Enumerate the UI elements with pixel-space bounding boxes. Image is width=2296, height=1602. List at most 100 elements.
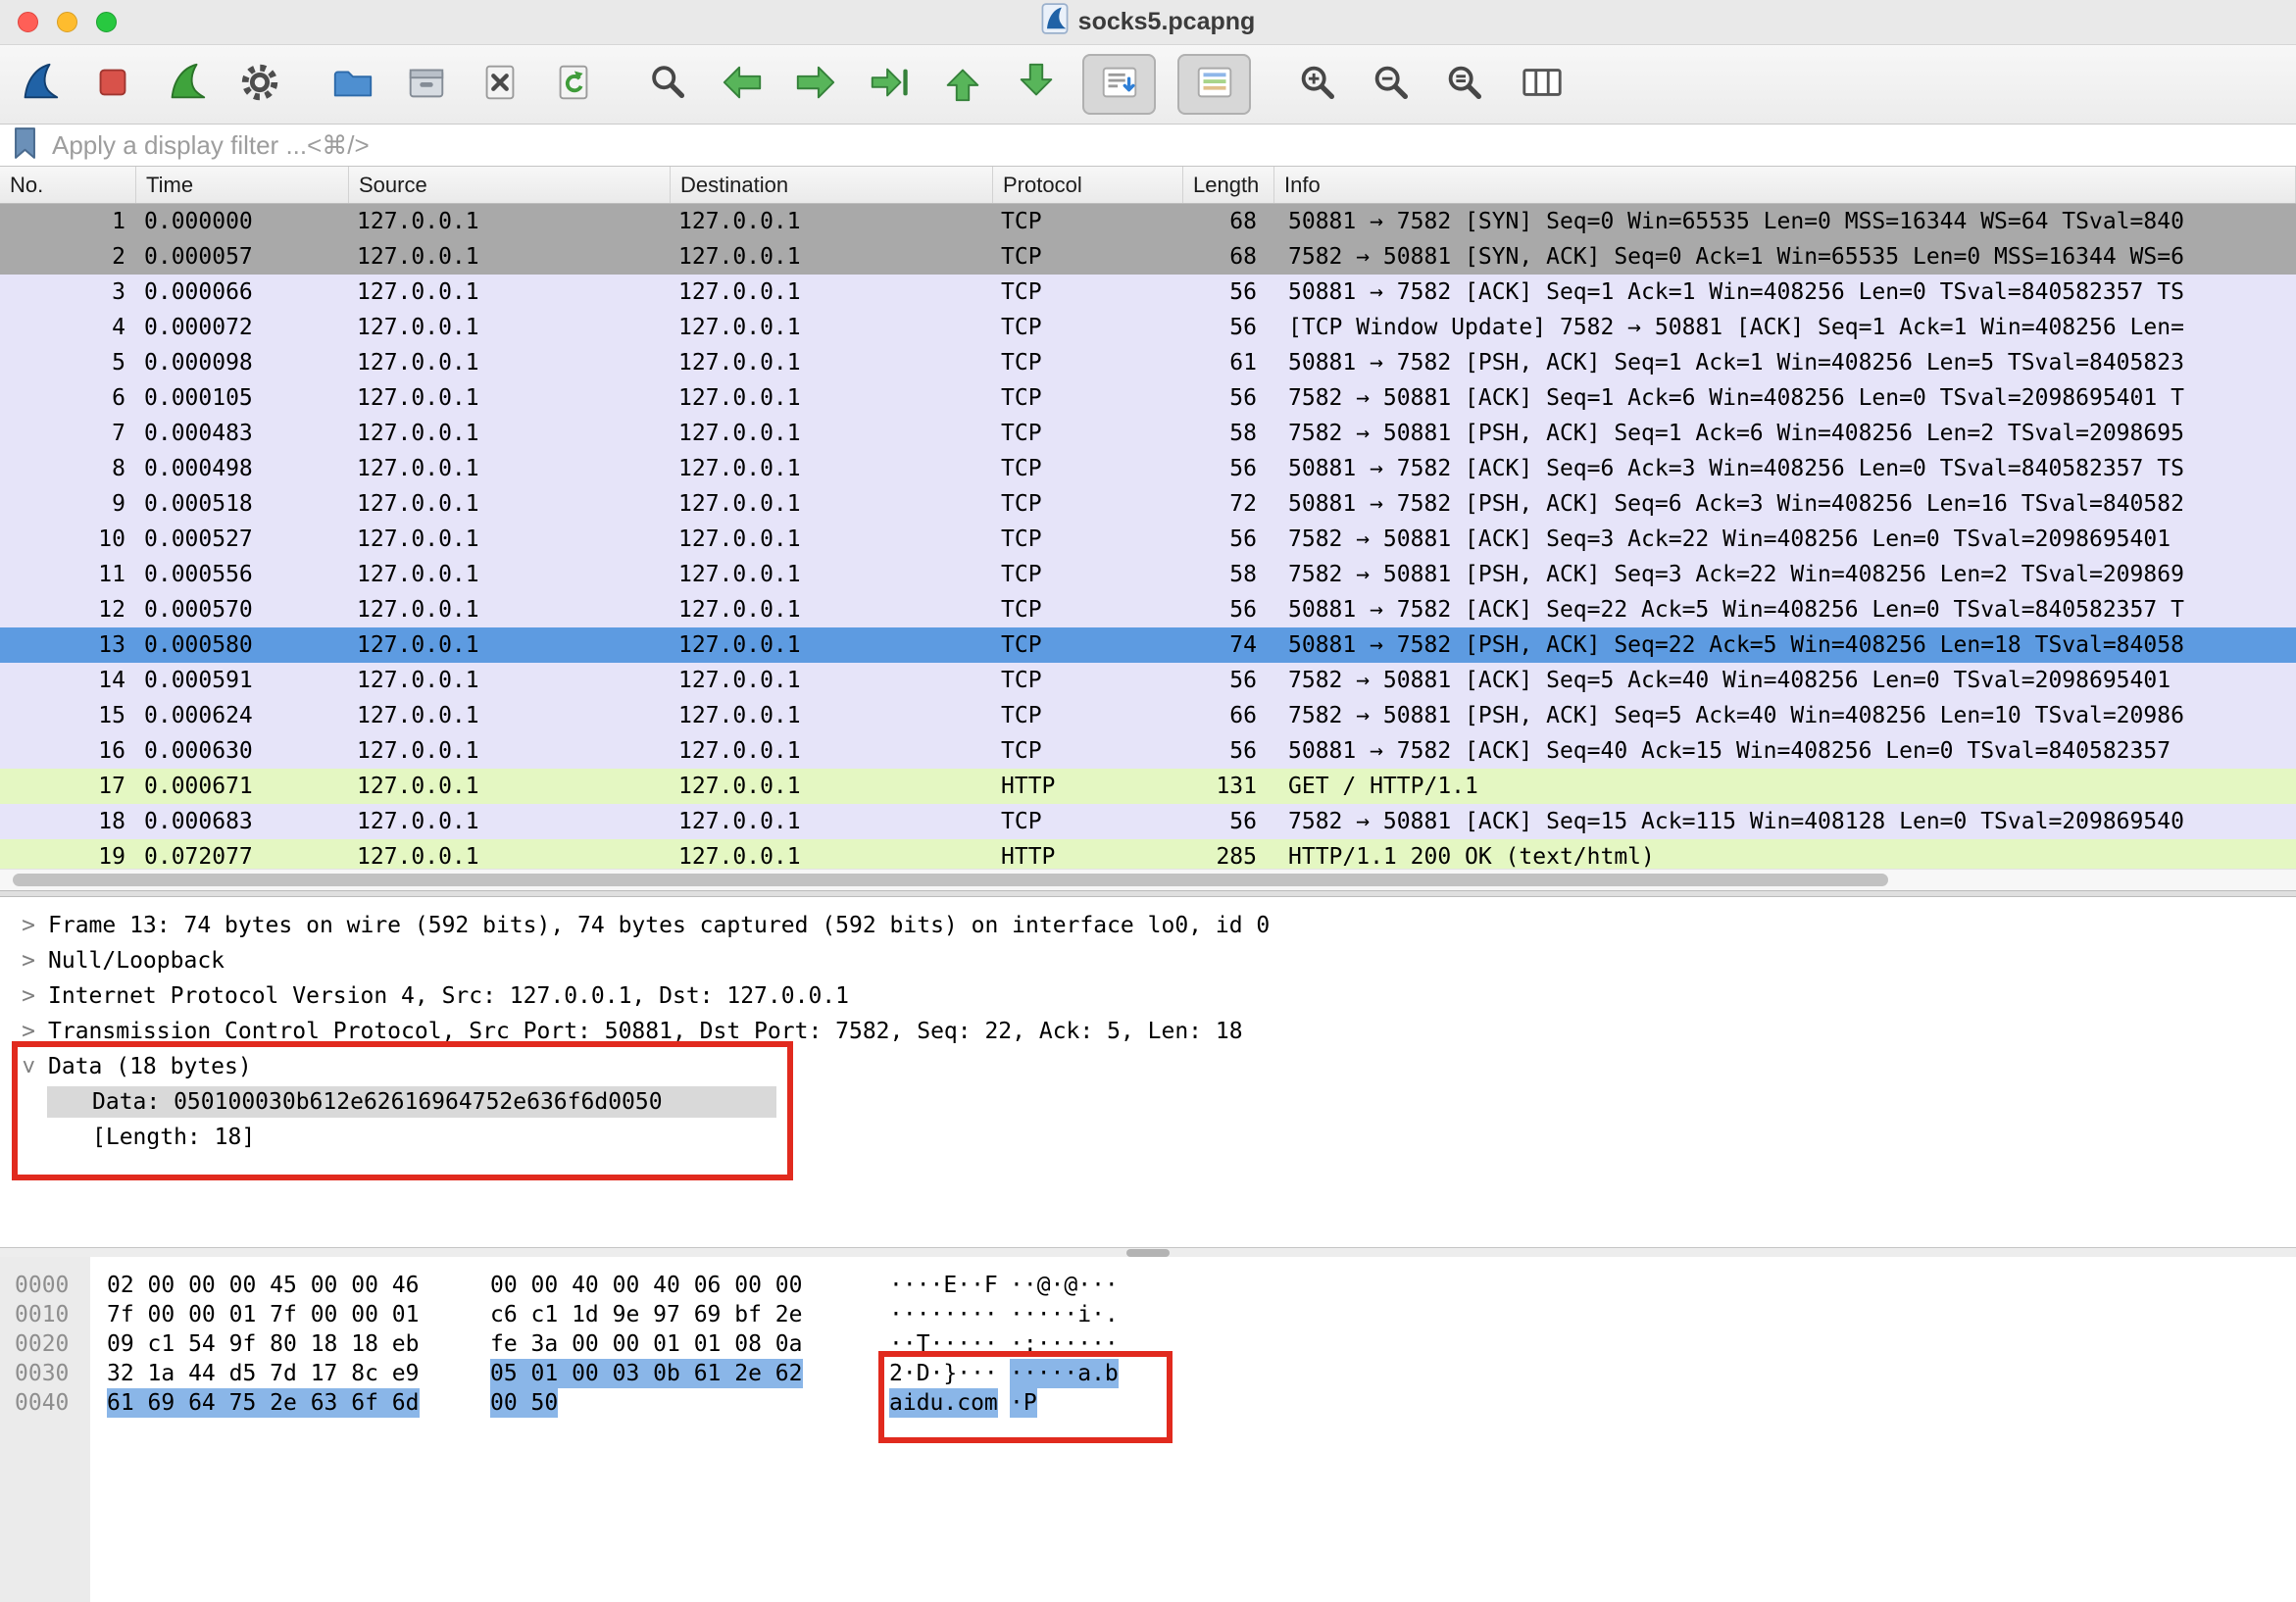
hex-row[interactable]: 00107f 00 00 01 7f 00 00 01c6 c1 1d 9e 9…: [0, 1300, 2296, 1329]
chevron-collapsed-icon[interactable]: >: [18, 943, 39, 978]
cell-len: 285: [1183, 839, 1274, 869]
detail-line[interactable]: >Frame 13: 74 bytes on wire (592 bits), …: [0, 908, 2296, 943]
cell-info: [TCP Window Update] 7582 → 50881 [ACK] S…: [1274, 310, 2296, 345]
auto-scroll-button[interactable]: [1082, 54, 1156, 115]
cell-info: 50881 → 7582 [ACK] Seq=1 Ack=1 Win=40825…: [1274, 275, 2296, 310]
zoom-in-button[interactable]: [1280, 52, 1354, 117]
cell-src: 127.0.0.1: [349, 345, 671, 380]
packet-row[interactable]: 130.000580127.0.0.1127.0.0.1TCP7450881 →…: [0, 627, 2296, 663]
packet-row[interactable]: 180.000683127.0.0.1127.0.0.1TCP567582 → …: [0, 804, 2296, 839]
list-details-splitter[interactable]: [0, 890, 2296, 897]
find-icon: [646, 60, 691, 110]
window-title: socks5.pcapng: [1078, 8, 1256, 36]
cell-info: 50881 → 7582 [PSH, ACK] Seq=22 Ack=5 Win…: [1274, 627, 2296, 663]
go-back-button[interactable]: [705, 52, 778, 117]
detail-line[interactable]: >Null/Loopback: [0, 943, 2296, 978]
cell-time: 0.000498: [136, 451, 349, 486]
packet-row[interactable]: 100.000527127.0.0.1127.0.0.1TCP567582 → …: [0, 522, 2296, 557]
go-to-packet-button[interactable]: [852, 52, 925, 117]
cell-src: 127.0.0.1: [349, 698, 671, 733]
packet-row[interactable]: 40.000072127.0.0.1127.0.0.1TCP56[TCP Win…: [0, 310, 2296, 345]
save-file-button[interactable]: [389, 52, 463, 117]
packet-row[interactable]: 70.000483127.0.0.1127.0.0.1TCP587582 → 5…: [0, 416, 2296, 451]
packet-row[interactable]: 110.000556127.0.0.1127.0.0.1TCP587582 → …: [0, 557, 2296, 592]
cell-dst: 127.0.0.1: [671, 380, 993, 416]
go-first-packet-button[interactable]: [925, 52, 999, 117]
hex-row[interactable]: 000002 00 00 00 45 00 00 4600 00 40 00 4…: [0, 1271, 2296, 1300]
column-header-protocol[interactable]: Protocol: [993, 167, 1183, 203]
zoom-reset-button[interactable]: [1427, 52, 1501, 117]
cell-info: 7582 → 50881 [SYN, ACK] Seq=0 Ack=1 Win=…: [1274, 239, 2296, 275]
minimize-window-button[interactable]: [57, 12, 77, 32]
find-packet-button[interactable]: [631, 52, 705, 117]
packet-row[interactable]: 50.000098127.0.0.1127.0.0.1TCP6150881 → …: [0, 345, 2296, 380]
splitter-handle[interactable]: [1126, 1249, 1170, 1257]
packet-row[interactable]: 190.072077127.0.0.1127.0.0.1HTTP285HTTP/…: [0, 839, 2296, 869]
cell-dst: 127.0.0.1: [671, 557, 993, 592]
title-bar: socks5.pcapng: [0, 0, 2296, 45]
column-header-time[interactable]: Time: [136, 167, 349, 203]
cell-info: 7582 → 50881 [PSH, ACK] Seq=1 Ack=6 Win=…: [1274, 416, 2296, 451]
detail-line[interactable]: >Internet Protocol Version 4, Src: 127.0…: [0, 978, 2296, 1014]
start-capture-button[interactable]: [2, 52, 75, 117]
stop-icon: [90, 60, 135, 110]
go-last-packet-button[interactable]: [999, 52, 1073, 117]
packet-row[interactable]: 80.000498127.0.0.1127.0.0.1TCP5650881 → …: [0, 451, 2296, 486]
cell-len: 58: [1183, 416, 1274, 451]
hex-offset: 0040: [15, 1388, 69, 1418]
zoom-window-button[interactable]: [96, 12, 117, 32]
cell-info: GET / HTTP/1.1: [1274, 769, 2296, 804]
cell-src: 127.0.0.1: [349, 380, 671, 416]
packet-row[interactable]: 120.000570127.0.0.1127.0.0.1TCP5650881 →…: [0, 592, 2296, 627]
restart-capture-button[interactable]: [149, 52, 223, 117]
colorize-button[interactable]: [1177, 54, 1251, 115]
horizontal-scrollbar-thumb[interactable]: [13, 874, 1888, 886]
resize-columns-button[interactable]: [1505, 52, 1578, 117]
packet-row[interactable]: 160.000630127.0.0.1127.0.0.1TCP5650881 →…: [0, 733, 2296, 769]
cell-no: 4: [0, 310, 136, 345]
column-header-info[interactable]: Info: [1274, 167, 2296, 203]
cell-len: 131: [1183, 769, 1274, 804]
cell-src: 127.0.0.1: [349, 451, 671, 486]
bookmark-icon[interactable]: [12, 125, 38, 166]
cell-proto: TCP: [993, 275, 1183, 310]
close-window-button[interactable]: [18, 12, 38, 32]
cell-dst: 127.0.0.1: [671, 663, 993, 698]
reload-file-button[interactable]: [536, 52, 610, 117]
packet-row[interactable]: 60.000105127.0.0.1127.0.0.1TCP567582 → 5…: [0, 380, 2296, 416]
packet-row[interactable]: 10.000000127.0.0.1127.0.0.1TCP6850881 → …: [0, 204, 2296, 239]
column-header-no[interactable]: No.: [0, 167, 136, 203]
capture-options-button[interactable]: [223, 52, 296, 117]
cell-no: 5: [0, 345, 136, 380]
cell-src: 127.0.0.1: [349, 204, 671, 239]
zoom-out-button[interactable]: [1354, 52, 1427, 117]
hex-bytes: c6 c1 1d 9e 97 69 bf 2e: [490, 1300, 803, 1329]
packet-row[interactable]: 20.000057127.0.0.1127.0.0.1TCP687582 → 5…: [0, 239, 2296, 275]
details-hex-splitter[interactable]: [0, 1247, 2296, 1257]
hex-ascii: ·····i·.: [1010, 1300, 1119, 1329]
folder-icon: [330, 60, 375, 110]
column-header-source[interactable]: Source: [349, 167, 671, 203]
column-header-destination[interactable]: Destination: [671, 167, 993, 203]
cell-time: 0.000518: [136, 486, 349, 522]
column-header-length[interactable]: Length: [1183, 167, 1274, 203]
packet-row[interactable]: 140.000591127.0.0.1127.0.0.1TCP567582 → …: [0, 663, 2296, 698]
packet-row[interactable]: 150.000624127.0.0.1127.0.0.1TCP667582 → …: [0, 698, 2296, 733]
packet-row[interactable]: 170.000671127.0.0.1127.0.0.1HTTP131GET /…: [0, 769, 2296, 804]
display-filter-input[interactable]: [52, 130, 2296, 161]
cell-src: 127.0.0.1: [349, 804, 671, 839]
annotation-rect-details: [12, 1041, 793, 1180]
packet-row[interactable]: 90.000518127.0.0.1127.0.0.1TCP7250881 → …: [0, 486, 2296, 522]
stop-capture-button[interactable]: [75, 52, 149, 117]
go-forward-button[interactable]: [778, 52, 852, 117]
chevron-collapsed-icon[interactable]: >: [18, 978, 39, 1014]
cell-len: 61: [1183, 345, 1274, 380]
chevron-collapsed-icon[interactable]: >: [18, 908, 39, 943]
cell-src: 127.0.0.1: [349, 486, 671, 522]
cell-proto: TCP: [993, 592, 1183, 627]
open-file-button[interactable]: [316, 52, 389, 117]
cell-proto: TCP: [993, 522, 1183, 557]
cell-no: 9: [0, 486, 136, 522]
packet-row[interactable]: 30.000066127.0.0.1127.0.0.1TCP5650881 → …: [0, 275, 2296, 310]
close-file-button[interactable]: [463, 52, 536, 117]
